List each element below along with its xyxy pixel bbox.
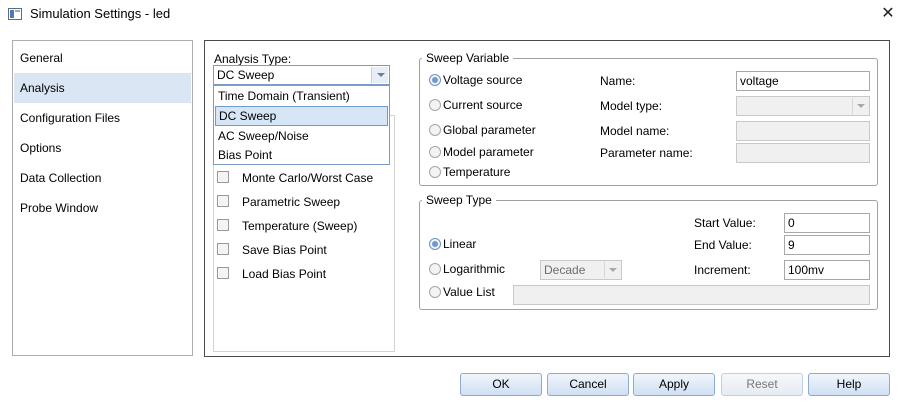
dropdown-option-ac-sweep[interactable]: AC Sweep/Noise — [215, 126, 388, 146]
logarithmic-label: Logarithmic — [443, 262, 506, 276]
increment-input[interactable]: 100mv — [784, 260, 870, 280]
sweep-type-title: Sweep Type — [422, 193, 496, 207]
start-value-label: Start Value: — [694, 216, 756, 230]
log-mode-select[interactable]: Decade — [540, 260, 622, 280]
parametric-sweep-checkbox[interactable] — [217, 195, 229, 207]
current-source-label: Current source — [443, 98, 523, 112]
linear-label: Linear — [443, 237, 477, 251]
nav-item-configuration-files[interactable]: Configuration Files — [14, 103, 191, 133]
increment-label: Increment: — [694, 263, 751, 277]
temperature-radio[interactable] — [429, 166, 441, 178]
ok-button[interactable]: OK — [460, 373, 542, 396]
model-type-select[interactable] — [736, 96, 870, 116]
end-value-label: End Value: — [694, 238, 752, 252]
log-mode-value: Decade — [544, 263, 586, 277]
chevron-down-icon — [852, 98, 868, 114]
name-input[interactable]: voltage — [736, 71, 870, 91]
value-list-input[interactable] — [513, 285, 870, 305]
help-button[interactable]: Help — [808, 373, 890, 396]
dropdown-option-dc-sweep[interactable]: DC Sweep — [215, 106, 388, 126]
window-title: Simulation Settings - led — [30, 6, 171, 21]
analysis-type-value: DC Sweep — [217, 68, 275, 82]
model-parameter-label: Model parameter — [443, 145, 534, 159]
parameter-name-input[interactable] — [736, 143, 870, 163]
cancel-button[interactable]: Cancel — [547, 373, 629, 396]
linear-radio[interactable] — [429, 238, 441, 250]
voltage-source-label: Voltage source — [443, 73, 523, 87]
model-parameter-radio[interactable] — [429, 146, 441, 158]
end-value-input[interactable]: 9 — [784, 235, 870, 255]
chevron-down-icon[interactable] — [371, 67, 388, 83]
dropdown-option-transient[interactable]: Time Domain (Transient) — [215, 86, 388, 106]
monte-carlo-checkbox[interactable] — [217, 171, 229, 183]
value-list-label: Value List — [443, 285, 495, 299]
voltage-source-radio[interactable] — [429, 74, 441, 86]
monte-carlo-label: Monte Carlo/Worst Case — [242, 171, 374, 185]
nav-item-data-collection[interactable]: Data Collection — [14, 163, 191, 193]
model-name-label: Model name: — [600, 124, 670, 138]
logarithmic-radio[interactable] — [429, 263, 441, 275]
settings-nav: General Analysis Configuration Files Opt… — [12, 40, 193, 356]
reset-button[interactable]: Reset — [721, 373, 803, 396]
dropdown-option-bias-point[interactable]: Bias Point — [215, 145, 388, 165]
parameter-name-label: Parameter name: — [600, 146, 693, 160]
sweep-variable-title: Sweep Variable — [422, 51, 514, 65]
parametric-sweep-label: Parametric Sweep — [242, 195, 341, 209]
window-app-icon — [8, 8, 22, 20]
temperature-label: Temperature — [443, 165, 511, 179]
load-bias-point-label: Load Bias Point — [242, 267, 327, 281]
nav-item-analysis[interactable]: Analysis — [14, 73, 191, 103]
analysis-type-label: Analysis Type: — [214, 52, 292, 66]
global-parameter-radio[interactable] — [429, 124, 441, 136]
start-value-input[interactable]: 0 — [784, 213, 870, 233]
model-type-label: Model type: — [600, 99, 663, 113]
name-label: Name: — [600, 74, 636, 88]
nav-item-general[interactable]: General — [14, 43, 191, 73]
temperature-sweep-label: Temperature (Sweep) — [242, 219, 358, 233]
save-bias-point-label: Save Bias Point — [242, 243, 327, 257]
nav-item-options[interactable]: Options — [14, 133, 191, 163]
current-source-radio[interactable] — [429, 99, 441, 111]
temperature-sweep-checkbox[interactable] — [217, 219, 229, 231]
close-icon[interactable]: ✕ — [876, 2, 900, 26]
save-bias-point-checkbox[interactable] — [217, 243, 229, 255]
load-bias-point-checkbox[interactable] — [217, 267, 229, 279]
chevron-down-icon — [604, 262, 620, 278]
apply-button[interactable]: Apply — [633, 373, 715, 396]
nav-item-probe-window[interactable]: Probe Window — [14, 193, 191, 223]
value-list-radio[interactable] — [429, 286, 441, 298]
model-name-input[interactable] — [736, 121, 870, 141]
global-parameter-label: Global parameter — [443, 123, 536, 137]
analysis-type-dropdown: Time Domain (Transient) DC Sweep AC Swee… — [213, 85, 390, 165]
